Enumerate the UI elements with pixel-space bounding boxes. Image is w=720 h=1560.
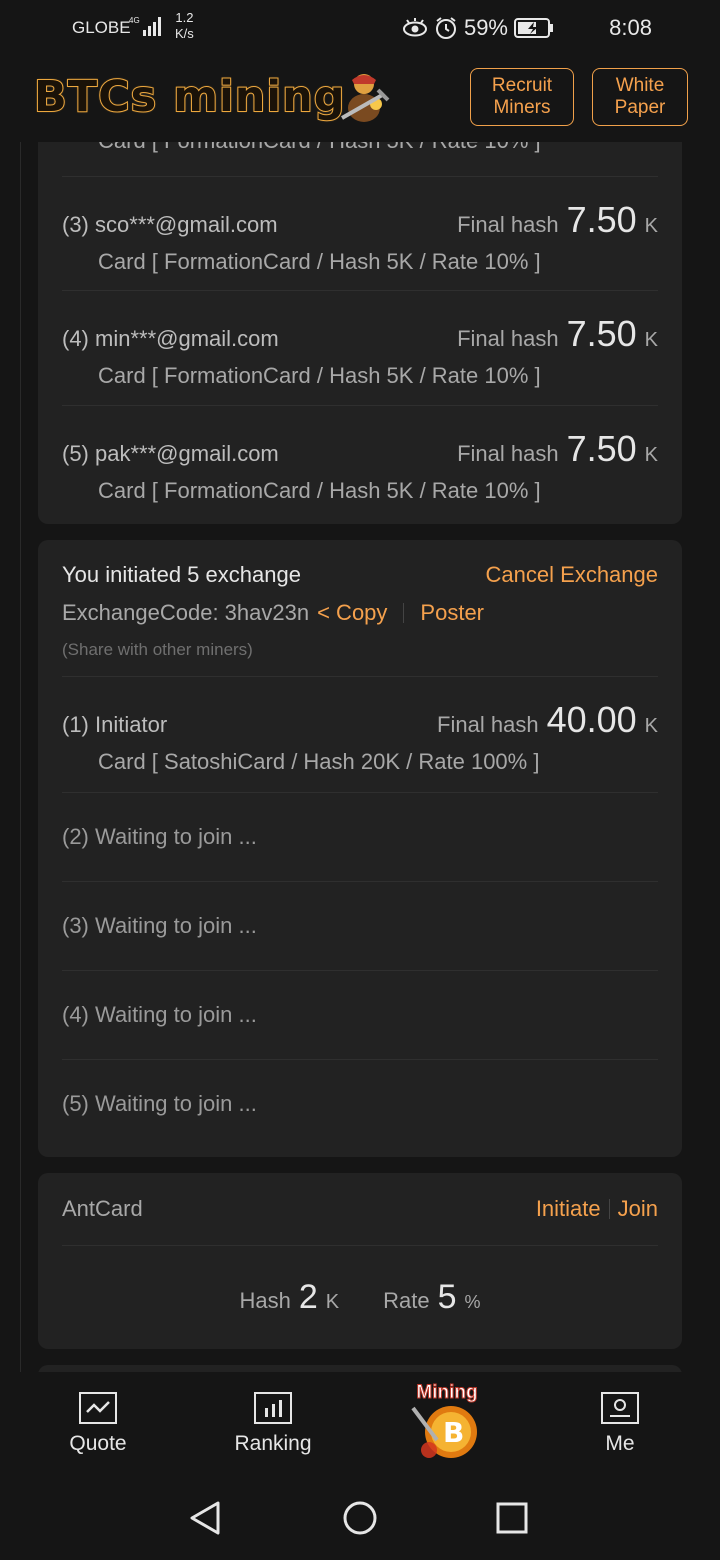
hash-unit: K	[644, 329, 658, 351]
rate-label: Rate	[383, 1288, 430, 1313]
member-index: (5)	[62, 441, 89, 466]
next-card	[38, 1365, 682, 1372]
chart-line-icon	[79, 1392, 117, 1424]
rate-unit: %	[464, 1292, 481, 1312]
signal-icon: 4G	[129, 16, 161, 36]
hash-unit: K	[325, 1291, 340, 1313]
member-row: (3) sco***@gmail.com Final hash 7.50 K Car…	[62, 177, 658, 291]
rate-value: 5	[437, 1278, 457, 1316]
nav-quote[interactable]: Quote	[38, 1392, 158, 1456]
nav-quote-label: Quote	[69, 1432, 127, 1455]
member-email: pak***@gmail.com	[95, 441, 279, 466]
nav-ranking[interactable]: Ranking	[213, 1392, 333, 1456]
final-hash-value: 7.50	[566, 428, 637, 469]
bitcoin-coin-icon: B	[411, 1406, 477, 1458]
card-info: Card [ FormationCard / Hash 5K / Rate 10…	[98, 142, 658, 154]
member-email: min***@gmail.com	[95, 326, 279, 351]
clock: 8:08	[609, 15, 652, 40]
waiting-slot: (3) Waiting to join ...	[62, 882, 658, 971]
member-email: sco***@gmail.com	[95, 212, 278, 237]
initiator-row: (1) Initiator Final hash 40.00 K Card [ Sa…	[62, 677, 658, 793]
cancel-exchange-button[interactable]: Cancel Exchange	[486, 562, 658, 588]
hash-unit: K	[644, 215, 658, 237]
carrier-name: GLOBE	[72, 18, 131, 37]
white-paper-button[interactable]: White Paper	[592, 68, 688, 126]
hash-value: 2	[298, 1278, 318, 1316]
card-info: Card [ FormationCard / Hash 5K / Rate 10…	[98, 478, 541, 503]
final-hash-label: Final hash	[457, 212, 559, 237]
exchange-title: You initiated 5 exchange	[62, 562, 301, 587]
hash-unit: K	[644, 444, 658, 466]
final-hash-label: Final hash	[457, 441, 559, 466]
member-name: Initiator	[95, 712, 168, 737]
app-header: BTCs mining Recruit Miners White Paper	[0, 56, 720, 142]
list-item: Card [ FormationCard / Hash 5K / Rate 10…	[62, 142, 658, 177]
network-speed: 1.2 K/s	[175, 10, 194, 41]
bottom-navigation: Quote Ranking Mining B Me	[0, 1374, 720, 1466]
waiting-slot: (2) Waiting to join ...	[62, 793, 658, 882]
final-hash-value: 7.50	[566, 313, 637, 354]
system-navigation-bar	[0, 1466, 720, 1560]
back-icon[interactable]	[188, 1500, 222, 1536]
member-row: (4) min***@gmail.com Final hash 7.50 K Car…	[62, 291, 658, 406]
initiated-exchange-card: You initiated 5 exchange Cancel Exchange…	[38, 540, 682, 1157]
card-info: Card [ SatoshiCard / Hash 20K / Rate 100…	[98, 749, 540, 774]
exchange-code: ExchangeCode: 3hav23n	[62, 600, 310, 625]
initiate-button[interactable]: Initiate	[536, 1196, 601, 1222]
waiting-slot: (5) Waiting to join ...	[62, 1091, 257, 1116]
battery-icon	[514, 18, 553, 38]
member-index: (4)	[62, 326, 89, 351]
nav-ranking-label: Ranking	[234, 1432, 312, 1455]
member-row: (5) pak***@gmail.com Final hash 7.50 K Car…	[62, 406, 658, 525]
share-hint: (Share with other miners)	[62, 640, 658, 677]
card-info: Card [ FormationCard / Hash 5K / Rate 10…	[98, 249, 541, 274]
final-hash-label: Final hash	[437, 712, 539, 737]
svg-text:B: B	[443, 1416, 464, 1449]
divider	[403, 603, 405, 623]
final-hash-value: 7.50	[566, 199, 637, 240]
recruit-miners-button[interactable]: Recruit Miners	[470, 68, 574, 126]
final-hash-label: Final hash	[457, 326, 559, 351]
svg-text:4G: 4G	[129, 16, 140, 25]
hash-unit: K	[644, 715, 658, 737]
member-index: (3)	[62, 212, 89, 237]
antcard-card: AntCard Initiate Join Hash 2 K Rate 5 %	[38, 1173, 682, 1349]
waiting-slot: (4) Waiting to join ...	[62, 971, 658, 1060]
eye-icon	[402, 18, 427, 37]
divider	[608, 1199, 610, 1219]
formation-exchange-card: Card [ FormationCard / Hash 5K / Rate 10…	[38, 142, 682, 524]
nav-me[interactable]: Me	[560, 1392, 680, 1456]
join-button[interactable]: Join	[618, 1196, 658, 1222]
app-logo: BTCs mining	[33, 71, 346, 123]
status-bar: GLOBE 4G 1.2 K/s 59% 8:08	[0, 0, 720, 56]
home-icon[interactable]	[342, 1500, 378, 1536]
scroll-rail	[20, 142, 21, 1372]
alarm-icon	[435, 17, 456, 39]
bar-chart-icon	[254, 1392, 292, 1424]
card-info: Card [ FormationCard / Hash 5K / Rate 10…	[98, 363, 541, 388]
nav-me-label: Me	[605, 1432, 635, 1455]
copy-button[interactable]: < Copy	[317, 600, 387, 626]
nav-mining[interactable]: Mining B	[387, 1382, 507, 1470]
battery-percent: 59%	[463, 15, 508, 40]
member-index: (1)	[62, 712, 89, 737]
card-name: AntCard	[62, 1196, 143, 1221]
final-hash-value: 40.00	[546, 699, 637, 740]
exchange-content[interactable]: Card [ FormationCard / Hash 5K / Rate 10…	[0, 142, 720, 1372]
poster-button[interactable]: Poster	[420, 600, 484, 626]
hash-label: Hash	[239, 1288, 291, 1313]
profile-icon	[601, 1392, 639, 1424]
miner-mascot-icon	[341, 74, 390, 122]
recents-icon[interactable]	[496, 1502, 528, 1534]
